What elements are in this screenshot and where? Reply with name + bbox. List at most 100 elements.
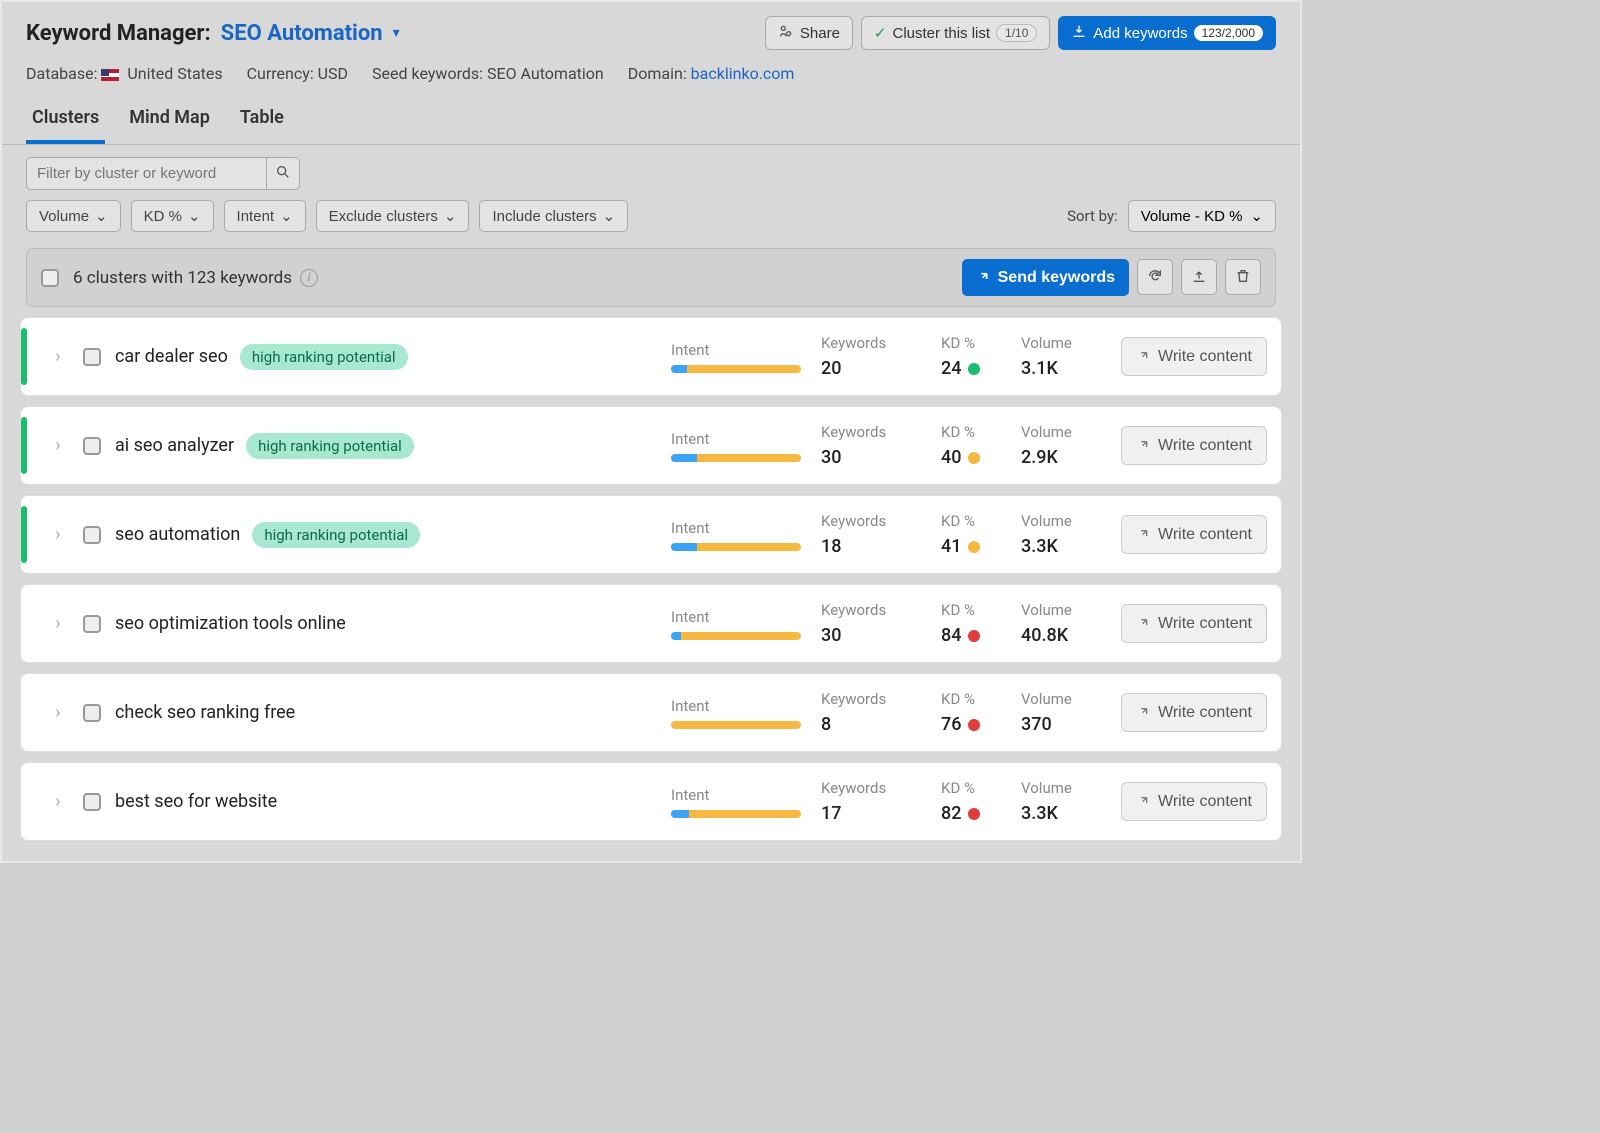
page-title-name[interactable]: SEO Automation	[221, 21, 383, 46]
chevron-down-icon: ⌄	[1250, 207, 1263, 225]
share-button[interactable]: Share	[765, 16, 853, 50]
kd-value: 84	[941, 625, 1021, 646]
send-keywords-button[interactable]: Send keywords	[962, 259, 1129, 296]
keywords-label: Keywords	[821, 601, 941, 619]
row-checkbox[interactable]	[83, 704, 101, 722]
filter-input[interactable]	[26, 157, 266, 190]
cluster-row: ›seo optimization tools onlineIntentKeyw…	[20, 584, 1282, 663]
volume-label: Volume	[1021, 512, 1111, 530]
expand-icon[interactable]: ›	[43, 613, 73, 634]
kd-value: 82	[941, 803, 1021, 824]
kd-label: KD %	[941, 779, 1021, 797]
exclude-clusters-filter[interactable]: Exclude clusters⌄	[316, 200, 470, 232]
add-label: Add keywords	[1093, 25, 1187, 42]
write-content-button[interactable]: Write content	[1121, 337, 1267, 376]
cluster-list-button[interactable]: ✓ Cluster this list 1/10	[861, 16, 1050, 50]
write-content-button[interactable]: Write content	[1121, 693, 1267, 732]
expand-icon[interactable]: ›	[43, 435, 73, 456]
arrow-right-icon	[1136, 435, 1152, 456]
expand-icon[interactable]: ›	[43, 346, 73, 367]
row-checkbox[interactable]	[83, 793, 101, 811]
volume-label: Volume	[1021, 690, 1111, 708]
high-ranking-badge: high ranking potential	[246, 433, 414, 459]
row-checkbox[interactable]	[83, 615, 101, 633]
kd-value: 41	[941, 536, 1021, 557]
cluster-row: ›check seo ranking freeIntentKeywords8KD…	[20, 673, 1282, 752]
volume-value: 3.1K	[1021, 358, 1111, 379]
intent-label: Intent	[671, 341, 821, 359]
keywords-label: Keywords	[821, 512, 941, 530]
volume-value: 3.3K	[1021, 803, 1111, 824]
domain-link[interactable]: backlinko.com	[691, 64, 795, 83]
cluster-row: ›ai seo analyzerhigh ranking potentialIn…	[20, 406, 1282, 485]
delete-button[interactable]	[1225, 259, 1261, 295]
write-content-button[interactable]: Write content	[1121, 426, 1267, 465]
keywords-label: Keywords	[821, 423, 941, 441]
summary-text: 6 clusters with 123 keywords	[73, 268, 292, 288]
keywords-value: 30	[821, 625, 941, 646]
intent-bar	[671, 721, 801, 729]
kd-dot-icon	[968, 719, 980, 731]
row-checkbox[interactable]	[83, 437, 101, 455]
intent-bar	[671, 632, 801, 640]
tab-clusters[interactable]: Clusters	[26, 97, 105, 144]
refresh-button[interactable]	[1137, 259, 1173, 295]
select-all-checkbox[interactable]	[41, 269, 59, 287]
cluster-name: seo optimization tools online	[115, 613, 346, 634]
tab-mind-map[interactable]: Mind Map	[123, 97, 216, 144]
kd-label: KD %	[941, 690, 1021, 708]
kd-dot-icon	[968, 630, 980, 642]
write-content-button[interactable]: Write content	[1121, 782, 1267, 821]
row-checkbox[interactable]	[83, 526, 101, 544]
download-icon	[1071, 23, 1087, 43]
sort-label: Sort by:	[1067, 207, 1118, 225]
export-button[interactable]	[1181, 259, 1217, 295]
arrow-right-icon	[1136, 702, 1152, 723]
expand-icon[interactable]: ›	[43, 791, 73, 812]
volume-value: 2.9K	[1021, 447, 1111, 468]
chevron-down-icon: ⌄	[95, 207, 108, 225]
search-icon	[275, 164, 291, 183]
upload-icon	[1191, 268, 1207, 287]
cluster-name: best seo for website	[115, 791, 277, 812]
intent-bar	[671, 365, 801, 373]
cluster-name: seo automation	[115, 524, 240, 545]
share-label: Share	[800, 25, 840, 42]
write-content-button[interactable]: Write content	[1121, 515, 1267, 554]
write-content-button[interactable]: Write content	[1121, 604, 1267, 643]
add-keywords-button[interactable]: Add keywords 123/2,000	[1058, 16, 1276, 50]
seed-meta: Seed keywords: SEO Automation	[372, 64, 604, 83]
arrow-right-icon	[1136, 613, 1152, 634]
cluster-name: ai seo analyzer	[115, 435, 234, 456]
cluster-name: check seo ranking free	[115, 702, 295, 723]
keywords-value: 20	[821, 358, 941, 379]
expand-icon[interactable]: ›	[43, 524, 73, 545]
intent-bar	[671, 810, 801, 818]
chevron-down-icon: ⌄	[603, 207, 616, 225]
arrow-right-icon	[976, 267, 992, 288]
cluster-count-pill: 1/10	[996, 24, 1037, 42]
kd-dot-icon	[968, 808, 980, 820]
us-flag-icon	[101, 69, 119, 81]
kd-filter[interactable]: KD %⌄	[131, 200, 214, 232]
add-count-pill: 123/2,000	[1194, 25, 1263, 41]
include-clusters-filter[interactable]: Include clusters⌄	[479, 200, 628, 232]
volume-filter[interactable]: Volume⌄	[26, 200, 121, 232]
refresh-icon	[1147, 268, 1163, 287]
search-button[interactable]	[266, 157, 300, 190]
intent-filter[interactable]: Intent⌄	[224, 200, 306, 232]
expand-icon[interactable]: ›	[43, 702, 73, 723]
row-checkbox[interactable]	[83, 348, 101, 366]
tab-table[interactable]: Table	[234, 97, 290, 144]
tabs: Clusters Mind Map Table	[2, 97, 1300, 145]
info-icon[interactable]: i	[300, 269, 318, 287]
sort-select[interactable]: Volume - KD % ⌄	[1128, 200, 1276, 232]
chevron-down-icon: ⌄	[444, 207, 457, 225]
chevron-down-icon: ⌄	[280, 207, 293, 225]
chevron-down-icon[interactable]: ▾	[393, 25, 400, 41]
arrow-right-icon	[1136, 791, 1152, 812]
check-icon: ✓	[874, 24, 887, 42]
cluster-row: ›car dealer seohigh ranking potentialInt…	[20, 317, 1282, 396]
cluster-row: ›seo automationhigh ranking potentialInt…	[20, 495, 1282, 574]
arrow-right-icon	[1136, 346, 1152, 367]
